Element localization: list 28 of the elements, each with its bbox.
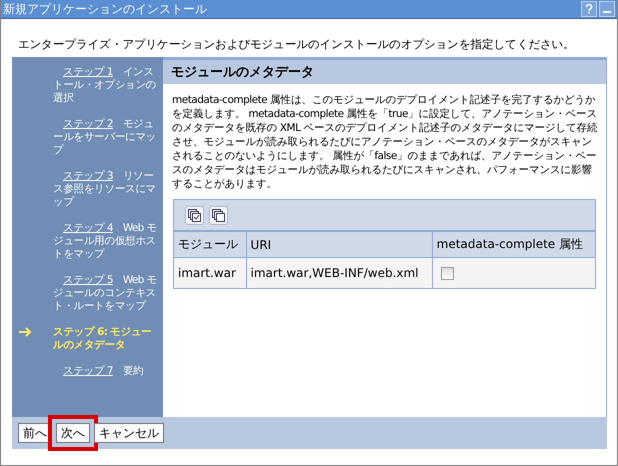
step-link[interactable]: ステップ 4 xyxy=(63,222,113,234)
step-item[interactable]: ステップ 4 Web モジュール用の仮想ホストをマップ xyxy=(12,222,163,261)
step-item[interactable]: ステップ 3 リソース参照をリソースにマップ xyxy=(12,170,163,209)
wizard-button[interactable]: キャンセル xyxy=(94,423,164,443)
step-item[interactable]: ステップ 1 インストール・オプションの選択 xyxy=(12,66,163,105)
step-link[interactable]: ステップ 1 xyxy=(63,66,113,78)
panel-title: モジュールのメタデータ xyxy=(163,60,606,84)
deselect-all-icon[interactable] xyxy=(209,206,228,224)
column-header: URI xyxy=(246,232,432,258)
instruction-text: エンタープライズ・アプリケーションおよびモジュールのインストールのオプションを指定してください。 xyxy=(17,36,576,53)
column-header: モジュール xyxy=(174,232,246,258)
select-all-icon[interactable] xyxy=(185,206,204,224)
table-cell: imart.war xyxy=(174,258,246,288)
current-step: ステップ 6: モジュールのメタデータ xyxy=(53,326,160,352)
step-item[interactable]: ステップ 5 Web モジュールのコンテキスト・ルートをマップ xyxy=(12,274,163,313)
help-icon[interactable] xyxy=(581,1,597,17)
window-title: 新規アプリケーションのインストール xyxy=(3,0,208,18)
step-link[interactable]: ステップ 5 xyxy=(63,274,113,286)
step-link[interactable]: ステップ 7 xyxy=(63,365,113,377)
table-cell: imart.war,WEB-INF/web.xml xyxy=(246,258,432,288)
checkbox[interactable] xyxy=(440,267,454,280)
step-item[interactable]: ステップ 7 要約 xyxy=(12,365,163,378)
step-item[interactable]: ステップ 2 モジュールをサーバーにマップ xyxy=(12,118,163,157)
description-text: metadata-complete 属性は、このモジュールのデプロイメント記述子を完了するかどうかを定義します。 metadata-complete 属性を「true」に設定して、アノテーション・ベースのメタデータを既存の XML ベースのデプロイメント記述子のメタデータにマージして存続させ、モジュールが読み取られるたびにアノテーション・ベースのメタデータがスキャンされることのないようにします。 属性が「false」のままであれば、アノテーション・ベースのメタデータはモジュールが読み取られるたびにスキャンされ、パフォーマンスに影響することがあります。 xyxy=(171,93,598,191)
step-link[interactable]: ステップ 3 xyxy=(63,170,113,182)
minimize-icon[interactable] xyxy=(599,1,615,17)
step-link[interactable]: ステップ 2 xyxy=(63,118,113,130)
column-header: metadata-complete 属性 xyxy=(432,232,595,258)
